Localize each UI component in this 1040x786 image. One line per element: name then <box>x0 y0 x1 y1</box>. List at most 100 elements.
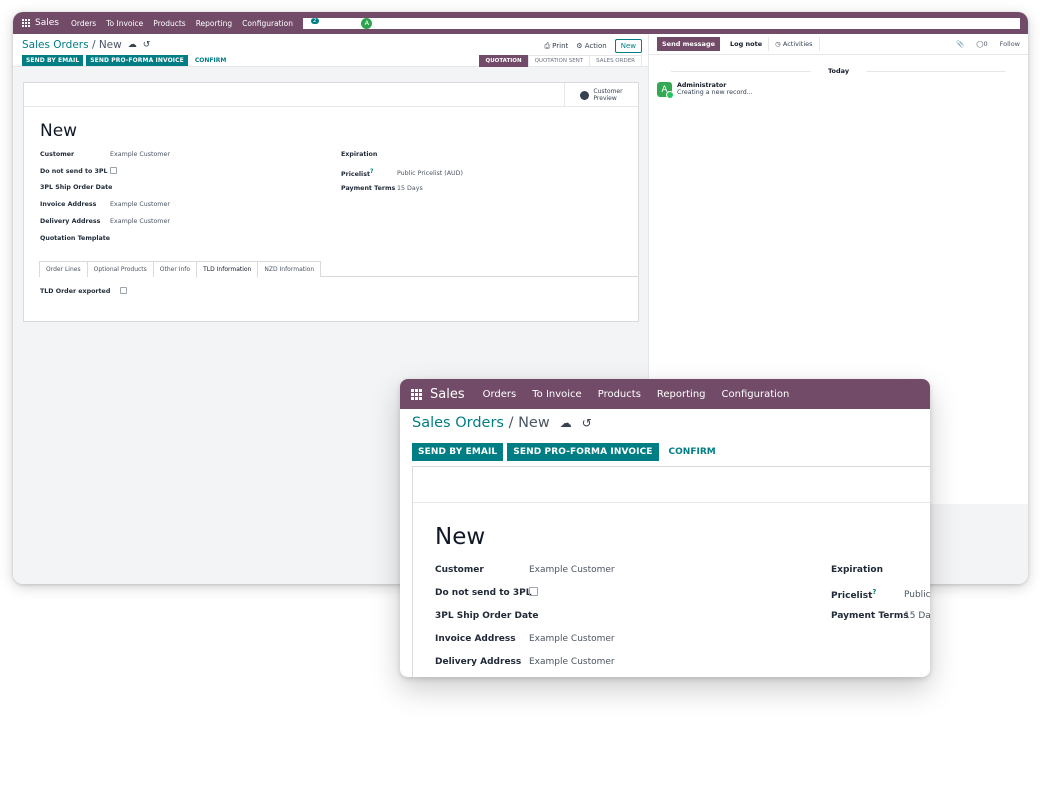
followers-count: 0 <box>983 40 988 48</box>
stage-sales-order[interactable]: SALES ORDER <box>589 54 642 67</box>
tools-icon[interactable]: ✖ <box>345 19 351 28</box>
action-label: Action <box>584 42 607 50</box>
menu-to-invoice[interactable]: To Invoice <box>532 389 581 400</box>
zoom-top-navbar: Sales Orders To Invoice Products Reporti… <box>400 379 930 409</box>
save-cloud-icon[interactable]: ☁ <box>128 40 137 50</box>
form-sheet: Customer Preview New Customer Example Cust… <box>23 82 639 322</box>
send-proforma-button[interactable]: SEND PRO-FORMA INVOICE <box>86 55 188 66</box>
field-delivery-address: Delivery Address Example Customer <box>40 218 170 225</box>
activities-label: Activities <box>782 40 813 48</box>
control-panel: Sales Orders / New ☁ ↺ ⎙ Print ⚙ Action … <box>13 34 648 67</box>
apps-grid-icon[interactable] <box>410 388 422 400</box>
field-payment-terms: Payment Terms 15 Days <box>341 185 423 192</box>
send-message-button[interactable]: Send message <box>657 37 720 51</box>
menu-products[interactable]: Products <box>598 389 641 400</box>
discard-icon[interactable]: ↺ <box>582 416 592 430</box>
action-button[interactable]: ⚙ Action <box>576 42 606 50</box>
pricelist-input[interactable]: Public Pricelist (AUD) <box>397 170 463 177</box>
send-proforma-button[interactable]: SEND PRO-FORMA INVOICE <box>507 443 659 461</box>
user-name: Administrator <box>375 19 424 27</box>
tab-other-info[interactable]: Other Info <box>152 261 198 277</box>
app-name[interactable]: Sales <box>35 18 59 28</box>
field-quotation-template: Quotation Template <box>40 235 110 242</box>
preview-line1: Customer <box>593 88 623 95</box>
breadcrumb: Sales Orders / New ☁ ↺ <box>22 39 150 51</box>
payment-terms-input[interactable]: 15 Days <box>397 185 423 192</box>
breadcrumb-parent[interactable]: Sales Orders <box>22 39 89 51</box>
field-expiration: Expiration <box>831 565 883 575</box>
customer-input[interactable]: Example Customer <box>110 151 170 158</box>
print-button[interactable]: ⎙ Print <box>544 42 568 51</box>
menu-configuration[interactable]: Configuration <box>242 19 293 28</box>
do-not-send-checkbox[interactable] <box>529 587 538 596</box>
apps-grid-icon[interactable] <box>21 19 30 28</box>
field-label: Do not send to 3PL <box>435 588 532 598</box>
customer-preview-button[interactable]: Customer Preview <box>564 83 638 107</box>
save-cloud-icon[interactable]: ☁ <box>560 416 572 430</box>
field-invoice-address: Invoice Address Example Customer <box>435 634 615 644</box>
send-by-email-button[interactable]: SEND BY EMAIL <box>412 443 504 461</box>
menu-reporting[interactable]: Reporting <box>196 19 232 28</box>
field-label: Pricelist <box>341 171 370 179</box>
activities-button[interactable]: ◷ Activities <box>769 37 820 51</box>
delivery-address-input[interactable]: Example Customer <box>529 657 615 667</box>
tab-order-lines[interactable]: Order Lines <box>39 261 88 277</box>
new-button[interactable]: New <box>614 39 642 53</box>
field-label: Delivery Address <box>40 218 101 225</box>
menu-reporting[interactable]: Reporting <box>657 389 706 400</box>
field-delivery-address: Delivery Address Example Customer <box>435 657 615 667</box>
field-payment-terms: Payment Terms15 Day <box>831 611 930 621</box>
field-label: Payment Terms <box>341 185 396 192</box>
do-not-send-checkbox[interactable] <box>110 167 117 174</box>
menu-products[interactable]: Products <box>153 19 185 28</box>
tab-nzd-information[interactable]: NZD Information <box>257 261 322 277</box>
field-label: Invoice Address <box>435 634 516 644</box>
print-label: Print <box>552 41 569 50</box>
menu-orders[interactable]: Orders <box>71 19 96 28</box>
log-note-button[interactable]: Log note <box>724 37 770 51</box>
field-invoice-address: Invoice Address Example Customer <box>40 201 170 208</box>
chat-icon[interactable]: ● 2 <box>303 18 319 28</box>
tab-tld-information[interactable]: TLD Information <box>196 261 259 278</box>
field-label: Delivery Address <box>435 657 522 667</box>
breadcrumb-sep: / <box>503 415 519 431</box>
help-icon[interactable]: ? <box>872 588 876 596</box>
field-label: Payment Terms <box>831 611 909 621</box>
pricelist-input[interactable]: Public <box>904 590 930 600</box>
field-3pl-date: 3PL Ship Order Date <box>435 611 538 621</box>
menu-configuration[interactable]: Configuration <box>722 389 790 400</box>
breadcrumb-parent[interactable]: Sales Orders <box>412 415 504 431</box>
payment-terms-input[interactable]: 15 Day <box>904 611 930 621</box>
field-label: 3PL Ship Order Date <box>40 184 113 191</box>
date-separator: Today <box>649 67 1028 75</box>
invoice-address-input[interactable]: Example Customer <box>110 201 170 208</box>
field-label: TLD Order exported <box>40 288 111 295</box>
chat-count-badge: 2 <box>311 18 319 25</box>
tld-exported-checkbox[interactable] <box>120 287 127 294</box>
tab-optional-products[interactable]: Optional Products <box>86 261 154 277</box>
stage-quotation-sent[interactable]: QUOTATION SENT <box>527 54 591 67</box>
customer-input[interactable]: Example Customer <box>529 565 615 575</box>
stage-quotation[interactable]: QUOTATION <box>478 54 529 67</box>
app-name[interactable]: Sales <box>430 387 465 402</box>
help-icon[interactable]: ? <box>370 168 373 175</box>
followers-button[interactable]: ◯0 <box>976 40 987 48</box>
attachment-icon[interactable]: 📎 <box>956 40 964 48</box>
delivery-address-input[interactable]: Example Customer <box>110 218 170 225</box>
chatter-message: A Administrator Creating a new record... <box>657 82 753 99</box>
field-pricelist: Pricelist? Public Pricelist (AUD) <box>341 168 463 179</box>
discard-icon[interactable]: ↺ <box>143 40 151 50</box>
follow-button[interactable]: Follow <box>1000 40 1020 48</box>
menu-orders[interactable]: Orders <box>483 389 517 400</box>
globe-icon <box>580 90 590 100</box>
confirm-button[interactable]: CONFIRM <box>663 443 722 461</box>
user-menu[interactable]: A Administrator <box>361 17 424 29</box>
status-bar: QUOTATION QUOTATION SENT SALES ORDER <box>478 54 642 67</box>
clock-icon[interactable]: ◷ <box>329 19 336 28</box>
top-navbar: Sales Orders To Invoice Products Reporti… <box>13 12 1028 34</box>
field-label: Pricelist <box>831 591 873 601</box>
send-by-email-button[interactable]: SEND BY EMAIL <box>22 55 84 66</box>
invoice-address-input[interactable]: Example Customer <box>529 634 615 644</box>
menu-to-invoice[interactable]: To Invoice <box>106 19 143 28</box>
confirm-button[interactable]: CONFIRM <box>191 55 230 66</box>
